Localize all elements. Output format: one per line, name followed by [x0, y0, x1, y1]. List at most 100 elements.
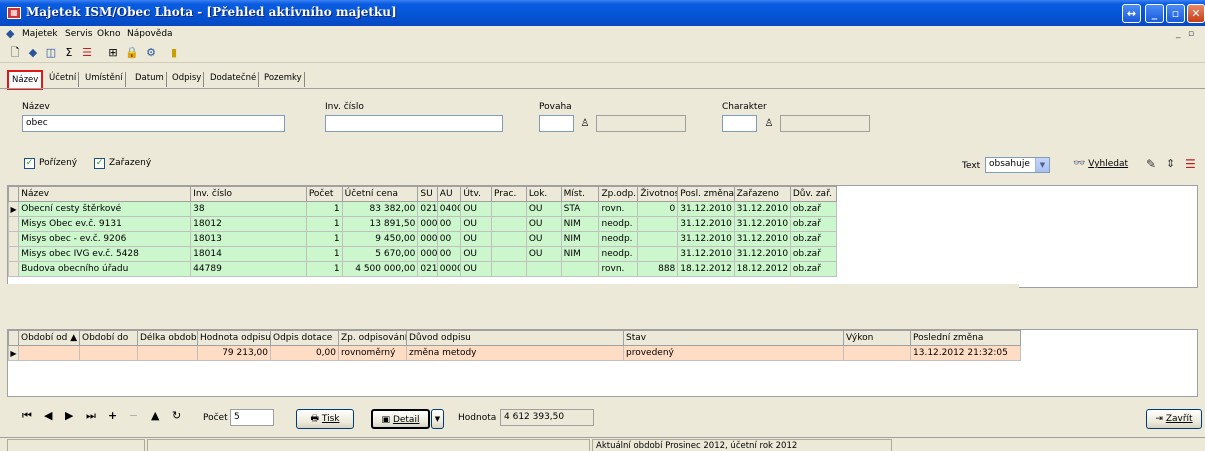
asset-cell[interactable]	[491, 261, 527, 277]
asset-cell[interactable]: rovn.	[598, 201, 639, 217]
maximize-button[interactable]: ▫	[1166, 4, 1185, 23]
asset-cell[interactable]: 4 500 000,00	[341, 261, 419, 277]
column-header[interactable]: Prac.	[491, 186, 527, 202]
asset-cell[interactable]	[637, 246, 679, 262]
minimize-button[interactable]: _	[1145, 4, 1164, 23]
column-header[interactable]: Inv. číslo	[190, 186, 307, 202]
exit-door-icon[interactable]: ▮	[166, 46, 182, 60]
column-header[interactable]: Životnost	[637, 186, 679, 202]
text-mode-select[interactable]: obsahuje ▼	[985, 157, 1050, 173]
asset-cell[interactable]: OU	[525, 201, 562, 217]
asset-cell[interactable]: 0400	[436, 201, 462, 217]
tab-ucetni[interactable]: Účetní	[47, 72, 80, 87]
column-header[interactable]: Odpis dotace	[270, 330, 339, 346]
asset-cell[interactable]: 18012	[190, 216, 307, 232]
asset-cell[interactable]: STA	[560, 201, 600, 217]
detail-button[interactable]: ▣ Detail	[371, 409, 430, 429]
column-header-sorted[interactable]: Období od ▲	[18, 330, 80, 346]
asset-cell[interactable]: 31.12.2010	[677, 231, 735, 247]
menu-napoveda[interactable]: Nápověda	[127, 29, 173, 39]
asset-cell[interactable]: 00	[436, 216, 462, 232]
lock-icon[interactable]: 🔒	[124, 46, 140, 60]
asset-cell[interactable]: OU	[460, 216, 493, 232]
asset-cell[interactable]: OU	[525, 216, 562, 232]
restore-extra-icon[interactable]: ↔	[1122, 4, 1141, 23]
inv-input[interactable]	[325, 115, 503, 132]
asset-cell[interactable]: 1	[305, 216, 343, 232]
column-header[interactable]: Název	[18, 186, 192, 202]
column-header[interactable]: Účetní cena	[341, 186, 419, 202]
menu-servis[interactable]: Servis	[65, 29, 92, 39]
asset-cell[interactable]: ob.zař	[789, 261, 838, 277]
asset-cell[interactable]: 31.12.2010	[677, 216, 735, 232]
tab-nazev[interactable]: Název	[7, 70, 44, 90]
depreciation-cell[interactable]: rovnoměrný	[338, 345, 407, 361]
tab-dodatecne[interactable]: Dodatečné	[208, 72, 260, 87]
asset-icon[interactable]: ◆	[25, 46, 41, 60]
prev-record-icon[interactable]: ◀	[44, 409, 52, 423]
tab-odpisy[interactable]: Odpisy	[170, 72, 205, 87]
depreciation-cell[interactable]	[137, 345, 198, 361]
zarazeny-checkbox[interactable]: ✓	[94, 158, 105, 169]
depreciation-row[interactable]: ▶ 79 213,00 0,00 rovnoměrný změna metody prov…	[8, 345, 1021, 361]
tab-umisteni[interactable]: Umístění	[83, 72, 126, 87]
mdi-restore-icon[interactable]: ▫	[1188, 29, 1194, 39]
asset-cell[interactable]: neodp.	[598, 216, 639, 232]
asset-cell[interactable]: OU	[460, 246, 493, 262]
asset-cell[interactable]: 18.12.2012	[733, 261, 791, 277]
asset-cell[interactable]: 13 891,50	[341, 216, 419, 232]
asset-cell[interactable]: 0000	[436, 261, 462, 277]
asset-cell[interactable]: 31.12.2010	[733, 201, 791, 217]
calculator-icon[interactable]: ⊞	[105, 46, 121, 60]
asset-row[interactable]: Budova obecního úřadu 44789 1 4 500 000,00 0…	[7, 261, 838, 277]
columns-list-icon[interactable]: ☰	[1185, 157, 1196, 171]
asset-cell[interactable]: OU	[525, 246, 562, 262]
nazev-input[interactable]: obec	[22, 115, 285, 132]
column-header[interactable]: AU	[436, 186, 462, 202]
menu-majetek[interactable]: Majetek	[22, 29, 58, 39]
asset-cell[interactable]: 0	[637, 201, 679, 217]
tab-datum[interactable]: Datum	[133, 72, 167, 87]
asset-cell[interactable]: rovn.	[598, 261, 639, 277]
search-button[interactable]: 👓 Vyhledat	[1067, 155, 1134, 175]
asset-cell[interactable]	[637, 216, 679, 232]
print-button[interactable]: 🖶 Tisk	[296, 409, 354, 429]
asset-cell[interactable]: ob.zař	[789, 231, 838, 247]
asset-row[interactable]: Misys Obec ev.č. 9131 18012 1 13 891,50 000 0…	[7, 216, 838, 232]
asset-row[interactable]: Misys obec IVG ev.č. 5428 18014 1 5 670,00 0…	[7, 246, 838, 262]
last-record-icon[interactable]: ⏭	[86, 409, 96, 423]
column-header[interactable]: Zp. odpisování	[338, 330, 407, 346]
depreciation-cell[interactable]: 0,00	[270, 345, 339, 361]
asset-cell[interactable]: NIM	[560, 246, 600, 262]
asset-cell[interactable]: 021	[417, 261, 438, 277]
depreciation-cell[interactable]: 13.12.2012 21:32:05	[910, 345, 1021, 361]
asset-cell[interactable]: NIM	[560, 231, 600, 247]
depreciation-cell[interactable]: změna metody	[406, 345, 624, 361]
refresh-icon[interactable]: ↻	[172, 409, 181, 423]
asset-cell[interactable]: 18013	[190, 231, 307, 247]
asset-cell[interactable]: 31.12.2010	[733, 246, 791, 262]
asset-cell[interactable]: 1	[305, 261, 343, 277]
asset-cell[interactable]: ob.zař	[789, 246, 838, 262]
povaha-input[interactable]	[539, 115, 574, 132]
asset-cell[interactable]	[491, 246, 527, 262]
asset-cell[interactable]: OU	[460, 261, 493, 277]
asset-cell[interactable]: 5 670,00	[341, 246, 419, 262]
asset-row[interactable]: Misys obec - ev.č. 9206 18013 1 9 450,00 000…	[7, 231, 838, 247]
asset-cell[interactable]: Obecní cesty štěrkové	[18, 201, 192, 217]
add-record-icon[interactable]: +	[108, 409, 117, 423]
asset-cell[interactable]: 000	[417, 231, 438, 247]
asset-cell[interactable]: 31.12.2010	[733, 231, 791, 247]
asset-cell[interactable]: Misys obec IVG ev.č. 5428	[18, 246, 192, 262]
first-record-icon[interactable]: ⏮	[22, 409, 32, 423]
charakter-picker-icon[interactable]: ♙	[763, 118, 775, 130]
asset-cell[interactable]: 18.12.2012	[677, 261, 735, 277]
asset-cell[interactable]: 000	[417, 216, 438, 232]
asset-cell[interactable]: 00	[436, 246, 462, 262]
asset-cell[interactable]: neodp.	[598, 231, 639, 247]
asset-cell[interactable]: 888	[637, 261, 679, 277]
asset-cell[interactable]: 00	[436, 231, 462, 247]
menu-okno[interactable]: Okno	[97, 29, 121, 39]
asset-cell[interactable]: OU	[460, 231, 493, 247]
column-header[interactable]: Zařazeno	[733, 186, 791, 202]
